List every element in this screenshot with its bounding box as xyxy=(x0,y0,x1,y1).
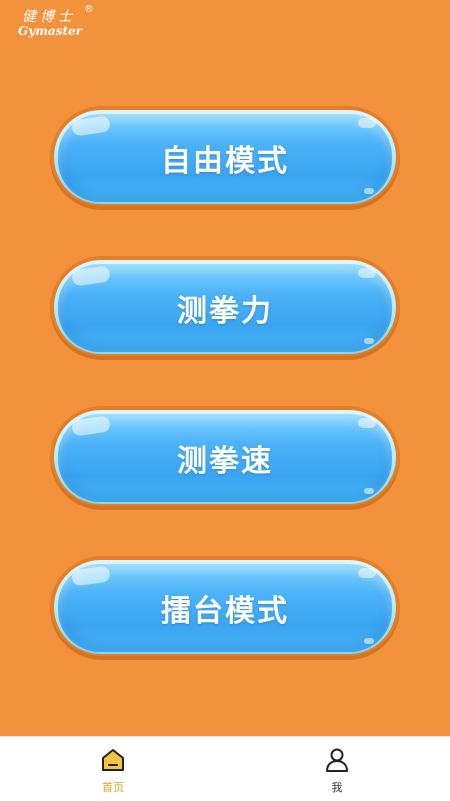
arena-mode-label: 擂台模式 xyxy=(161,594,289,629)
tab-home[interactable]: 首页 xyxy=(58,737,168,801)
punch-speed-button[interactable]: 测拳速 xyxy=(50,406,400,510)
punch-power-label: 测拳力 xyxy=(177,294,273,329)
bottom-tab-bar: 首页 我 xyxy=(0,736,450,801)
user-icon xyxy=(326,748,348,772)
logo-english: Gymaster xyxy=(18,24,82,38)
tab-home-label: 首页 xyxy=(102,781,124,794)
free-mode-button[interactable]: 自由模式 xyxy=(50,106,400,210)
home-icon xyxy=(102,749,124,771)
tab-me[interactable]: 我 xyxy=(282,737,392,801)
tab-me-label: 我 xyxy=(331,781,343,794)
punch-power-button[interactable]: 测拳力 xyxy=(50,256,400,360)
free-mode-label: 自由模式 xyxy=(161,144,289,179)
logo-chinese: 健博士 xyxy=(22,9,76,25)
app-logo: 健博士 ® Gymaster xyxy=(18,4,108,42)
arena-mode-button[interactable]: 擂台模式 xyxy=(50,556,400,660)
punch-speed-label: 测拳速 xyxy=(177,444,273,479)
registered-mark: ® xyxy=(84,4,94,15)
